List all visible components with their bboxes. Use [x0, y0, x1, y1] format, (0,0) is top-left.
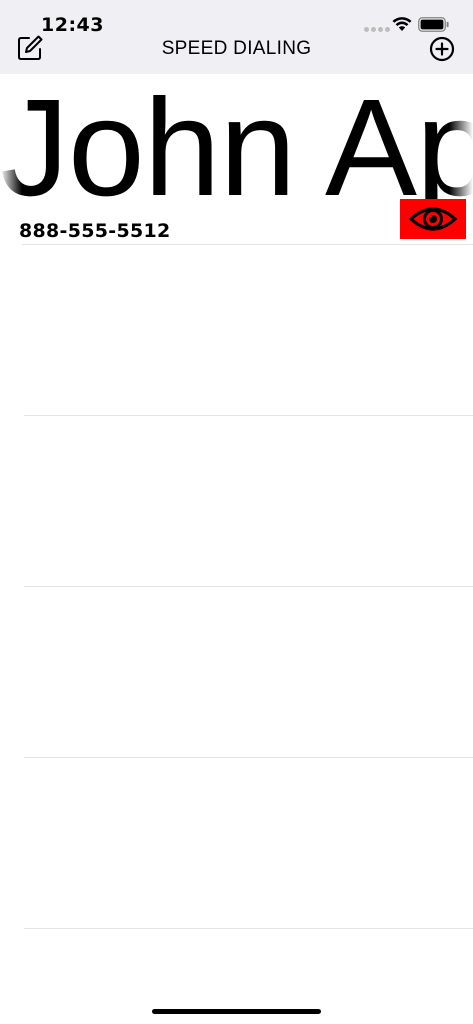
empty-row [0, 758, 473, 929]
add-circle-icon[interactable] [429, 36, 455, 62]
view-contact-button[interactable] [400, 199, 466, 239]
wifi-icon [392, 17, 412, 31]
contact-name-container: John Ap [0, 74, 473, 214]
page-title: SPEED DIALING [161, 38, 312, 59]
contact-row[interactable]: John Ap 888-555-5512 [0, 74, 473, 245]
navigation-bar: SPEED DIALING [0, 34, 473, 74]
contact-list: John Ap 888-555-5512 [0, 74, 473, 929]
contact-phone-number: 888-555-5512 [19, 220, 171, 242]
signal-dots-icon [364, 27, 390, 32]
status-time: 12:43 [41, 14, 104, 36]
empty-row [0, 416, 473, 587]
row-separator [24, 928, 473, 929]
status-bar: 12:43 [0, 0, 473, 36]
empty-row [0, 587, 473, 758]
empty-row [0, 245, 473, 416]
home-indicator[interactable] [152, 1009, 321, 1014]
battery-icon [418, 17, 449, 32]
contact-name: John Ap [0, 74, 473, 214]
eye-icon [408, 207, 458, 231]
